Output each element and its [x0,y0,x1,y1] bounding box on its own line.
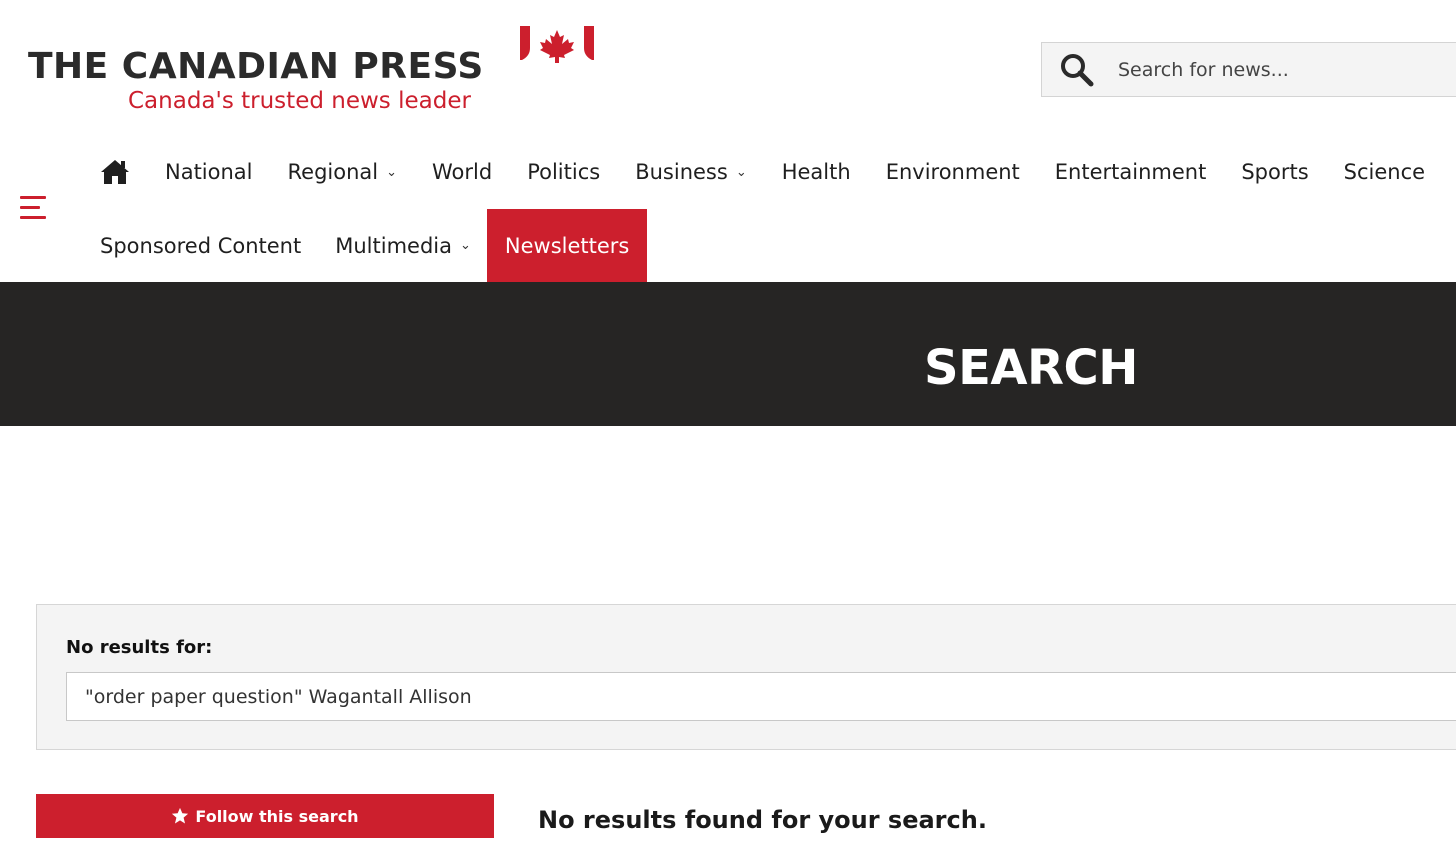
nav-world[interactable]: World [432,146,492,198]
nav-multimedia[interactable]: Multimedia ⌄ [335,209,471,282]
search-query-input[interactable] [66,672,1456,721]
page-title: SEARCH [924,340,1138,396]
nav-sponsored-content[interactable]: Sponsored Content [100,209,301,282]
nav-national[interactable]: National [165,146,253,198]
search-input[interactable] [1118,51,1456,89]
star-icon [172,807,189,824]
no-results-label: No results for: [66,637,213,658]
canada-flag-icon [520,26,594,63]
nav-entertainment[interactable]: Entertainment [1055,146,1207,198]
main-nav-row-2: Sponsored Content Multimedia ⌄ Newsletter… [100,209,681,282]
nav-science[interactable]: Science [1344,146,1425,198]
chevron-down-icon: ⌄ [735,164,747,180]
home-icon [101,160,129,184]
logo-tagline: Canada's trusted news leader [128,88,471,114]
search-results-panel: No results for: [36,604,1456,750]
nav-politics[interactable]: Politics [527,146,600,198]
nav-environment[interactable]: Environment [886,146,1020,198]
follow-search-label: Follow this search [195,806,359,826]
main-nav-row-1: National Regional ⌄ World Politics Busine… [100,146,1456,198]
hamburger-menu-icon[interactable] [20,196,46,220]
nav-sports[interactable]: Sports [1241,146,1308,198]
no-results-message: No results found for your search. [538,806,987,834]
follow-search-button[interactable]: Follow this search [36,794,494,838]
chevron-down-icon: ⌄ [386,164,398,180]
search-icon[interactable] [1060,53,1094,87]
search-box [1041,42,1456,97]
nav-health[interactable]: Health [782,146,851,198]
nav-regional[interactable]: Regional ⌄ [288,146,398,198]
nav-home[interactable] [100,146,130,198]
page-banner: SEARCH [0,282,1456,426]
nav-business[interactable]: Business ⌄ [635,146,747,198]
logo-title: THE CANADIAN PRESS [28,46,484,87]
nav-newsletters[interactable]: Newsletters [486,209,648,282]
site-logo[interactable]: THE CANADIAN PRESS Canada's trusted news… [28,24,608,124]
chevron-down-icon: ⌄ [459,238,471,253]
